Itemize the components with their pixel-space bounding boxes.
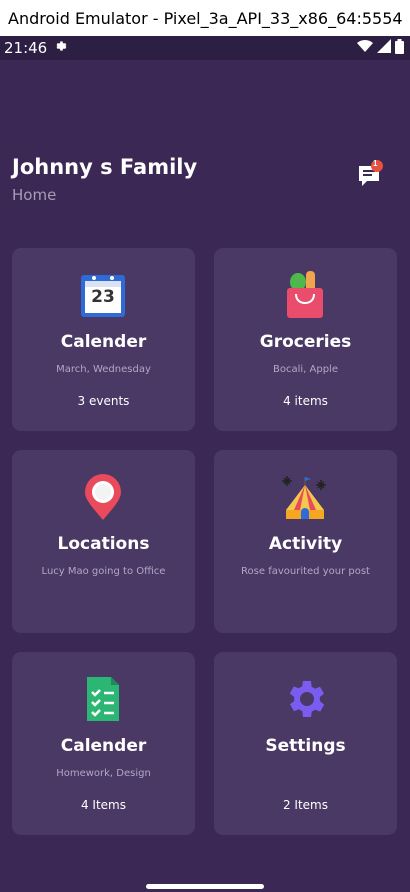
card-title: Settings — [265, 736, 346, 756]
notification-badge: 1 — [373, 159, 378, 168]
card-title: Activity — [268, 534, 343, 554]
card-title: Calender — [60, 332, 147, 352]
card-title: Calender — [60, 736, 147, 756]
card-locations[interactable]: Locations Lucy Mao going to Office — [12, 450, 195, 633]
card-checklist[interactable]: Calender Homework, Design 4 Items — [12, 652, 195, 835]
card-subtitle: Rose favourited your post — [241, 566, 370, 577]
notifications-button[interactable]: 1 — [356, 159, 386, 190]
battery-icon — [395, 38, 404, 58]
card-count: 2 Items — [282, 798, 329, 812]
window-title: Android Emulator - Pixel_3a_API_33_x86_6… — [8, 8, 403, 28]
card-calendar[interactable]: 23 Calender March, Wednesday 3 events — [12, 248, 195, 431]
status-time: 21:46 — [4, 39, 48, 57]
grocery-bag-icon — [278, 268, 332, 322]
window-title-bar: Android Emulator - Pixel_3a_API_33_x86_6… — [0, 0, 410, 36]
page-subtitle: Home — [12, 186, 57, 204]
card-subtitle: March, Wednesday — [56, 364, 151, 375]
app-screen: Johnny s Family Home 1 23 Calender March… — [0, 60, 410, 892]
card-count: 3 events — [77, 394, 130, 408]
gear-icon — [278, 672, 332, 726]
page-title: Johnny s Family — [12, 155, 198, 179]
card-subtitle: Bocali, Apple — [273, 364, 338, 375]
card-title: Locations — [57, 534, 150, 554]
card-subtitle: Lucy Mao going to Office — [41, 566, 166, 577]
status-bar: 21:46 — [0, 36, 410, 60]
card-count: 4 Items — [80, 798, 127, 812]
chat-notification-icon — [359, 160, 383, 186]
checklist-icon — [76, 672, 130, 726]
home-indicator[interactable] — [146, 884, 264, 889]
card-groceries[interactable]: Groceries Bocali, Apple 4 items — [214, 248, 397, 431]
circus-tent-icon — [278, 470, 332, 524]
wifi-icon — [357, 39, 373, 57]
calendar-icon-date: 23 — [91, 287, 115, 307]
map-pin-icon — [76, 470, 130, 524]
card-count: 4 items — [283, 394, 328, 408]
calendar-icon: 23 — [76, 268, 130, 322]
signal-icon — [377, 39, 391, 57]
settings-status-icon — [53, 39, 67, 57]
card-title: Groceries — [259, 332, 352, 352]
card-settings[interactable]: Settings 2 Items — [214, 652, 397, 835]
card-subtitle: Homework, Design — [56, 768, 151, 779]
card-activity[interactable]: Activity Rose favourited your post — [214, 450, 397, 633]
